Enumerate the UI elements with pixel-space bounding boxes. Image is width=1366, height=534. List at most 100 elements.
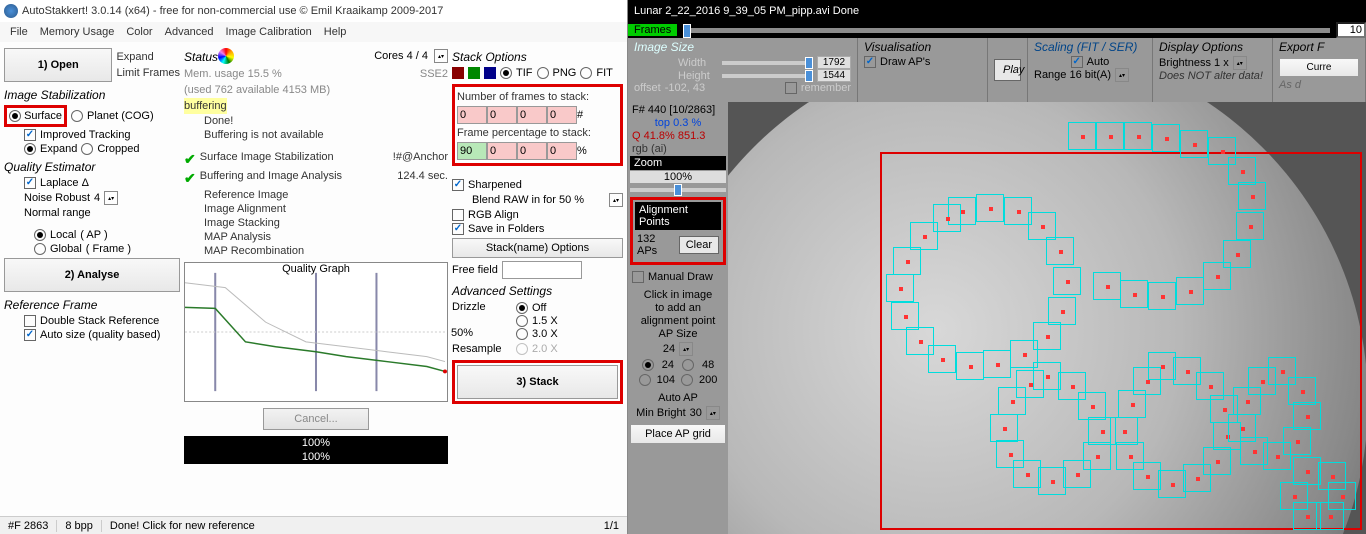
local-radio[interactable] (34, 229, 46, 241)
alignment-point[interactable] (1238, 182, 1266, 210)
alignment-point[interactable] (1152, 124, 1180, 152)
planet-radio[interactable] (71, 110, 83, 122)
play-button[interactable]: Play (994, 59, 1021, 81)
alignment-point[interactable] (893, 247, 921, 275)
alignment-point[interactable] (1096, 122, 1124, 150)
alignment-point[interactable] (1068, 122, 1096, 150)
alignment-point[interactable] (1093, 272, 1121, 300)
alignment-point[interactable] (891, 302, 919, 330)
nf-0[interactable] (457, 106, 487, 124)
alignment-point[interactable] (1110, 417, 1138, 445)
alignment-point[interactable] (1048, 297, 1076, 325)
alignment-point[interactable] (1248, 367, 1276, 395)
alignment-point[interactable] (1293, 457, 1321, 485)
r24-radio[interactable] (642, 359, 654, 371)
improved-checkbox[interactable] (24, 129, 36, 141)
nf-3[interactable] (547, 106, 577, 124)
cores-spinner[interactable]: ▴▾ (434, 49, 448, 63)
drizzle-30-radio[interactable] (516, 328, 528, 340)
alignment-point[interactable] (1148, 282, 1176, 310)
zoom-slider[interactable] (630, 188, 726, 192)
alignment-point[interactable] (1116, 442, 1144, 470)
apsize-spinner[interactable]: ▴▾ (679, 342, 693, 356)
drawaps-checkbox[interactable] (864, 56, 876, 68)
menu-memory[interactable]: Memory Usage (40, 26, 115, 38)
fit-radio[interactable] (580, 67, 592, 79)
alignment-point[interactable] (976, 194, 1004, 222)
png-radio[interactable] (537, 67, 549, 79)
alignment-point[interactable] (1038, 467, 1066, 495)
nf-1[interactable] (487, 106, 517, 124)
remember-checkbox[interactable] (785, 82, 797, 94)
resample-radio[interactable] (516, 343, 528, 355)
savefolders-checkbox[interactable] (452, 223, 464, 235)
nf-2[interactable] (517, 106, 547, 124)
height-slider[interactable] (722, 74, 813, 78)
brightness-spinner[interactable]: ▴▾ (1233, 56, 1247, 70)
alignment-point[interactable] (1028, 212, 1056, 240)
alignment-point[interactable] (1124, 122, 1152, 150)
alignment-point[interactable] (1133, 367, 1161, 395)
menu-help[interactable]: Help (324, 26, 347, 38)
tif-radio[interactable] (500, 67, 512, 79)
r104-radio[interactable] (639, 374, 651, 386)
alignment-point[interactable] (1120, 280, 1148, 308)
alignment-point[interactable] (1236, 212, 1264, 240)
fp-2[interactable] (517, 142, 547, 160)
alignment-point[interactable] (906, 327, 934, 355)
fp-3[interactable] (547, 142, 577, 160)
alignment-point[interactable] (956, 352, 984, 380)
drizzle-15-radio[interactable] (516, 315, 528, 327)
fp-0[interactable] (457, 142, 487, 160)
alignment-point[interactable] (1288, 377, 1316, 405)
range-spinner[interactable]: ▴▾ (1115, 68, 1129, 82)
menu-file[interactable]: File (10, 26, 28, 38)
alignment-point[interactable] (983, 350, 1011, 378)
expand-label[interactable]: Expand (116, 49, 180, 65)
alignment-point[interactable] (1280, 482, 1308, 510)
alignment-point[interactable] (1183, 464, 1211, 492)
fp-1[interactable] (487, 142, 517, 160)
alignment-point[interactable] (1180, 130, 1208, 158)
alignment-point[interactable] (1293, 402, 1321, 430)
auto-checkbox[interactable] (1071, 56, 1083, 68)
stackname-button[interactable]: Stack(name) Options (452, 238, 623, 258)
noise-spinner[interactable]: ▴▾ (104, 191, 118, 205)
menu-calibration[interactable]: Image Calibration (226, 26, 312, 38)
alignment-point[interactable] (1176, 277, 1204, 305)
image-viewport[interactable] (728, 102, 1366, 534)
alignment-point[interactable] (1228, 414, 1256, 442)
laplace-checkbox[interactable] (24, 177, 36, 189)
frames-slider[interactable] (683, 28, 1330, 33)
r200-radio[interactable] (681, 374, 693, 386)
auto-size-checkbox[interactable] (24, 329, 36, 341)
surface-radio[interactable] (9, 110, 21, 122)
global-radio[interactable] (34, 243, 46, 255)
stack-button[interactable]: 3) Stack (457, 365, 618, 399)
alignment-point[interactable] (886, 274, 914, 302)
alignment-point[interactable] (1053, 267, 1081, 295)
blend-spinner[interactable]: ▴▾ (609, 193, 623, 207)
frames-value[interactable] (1336, 22, 1366, 38)
alignment-point[interactable] (996, 440, 1024, 468)
analyse-button[interactable]: 2) Analyse (4, 258, 180, 292)
alignment-point[interactable] (1203, 262, 1231, 290)
alignment-point[interactable] (1228, 157, 1256, 185)
freefield-input[interactable] (502, 261, 582, 279)
alignment-point[interactable] (1158, 470, 1186, 498)
open-button[interactable]: 1) Open (4, 48, 112, 82)
cancel-button[interactable]: Cancel... (263, 408, 368, 430)
alignment-point[interactable] (1016, 370, 1044, 398)
cropped-radio[interactable] (81, 143, 93, 155)
menu-color[interactable]: Color (126, 26, 152, 38)
limit-frames-label[interactable]: Limit Frames (116, 65, 180, 81)
r48-radio[interactable] (682, 359, 694, 371)
alignment-point[interactable] (933, 204, 961, 232)
minbright-spinner[interactable]: ▴▾ (706, 406, 720, 420)
drizzle-off-radio[interactable] (516, 302, 528, 314)
alignment-point[interactable] (1078, 392, 1106, 420)
sharpened-checkbox[interactable] (452, 179, 464, 191)
rgb-checkbox[interactable] (452, 209, 464, 221)
expand-radio[interactable] (24, 143, 36, 155)
width-slider[interactable] (722, 61, 813, 65)
